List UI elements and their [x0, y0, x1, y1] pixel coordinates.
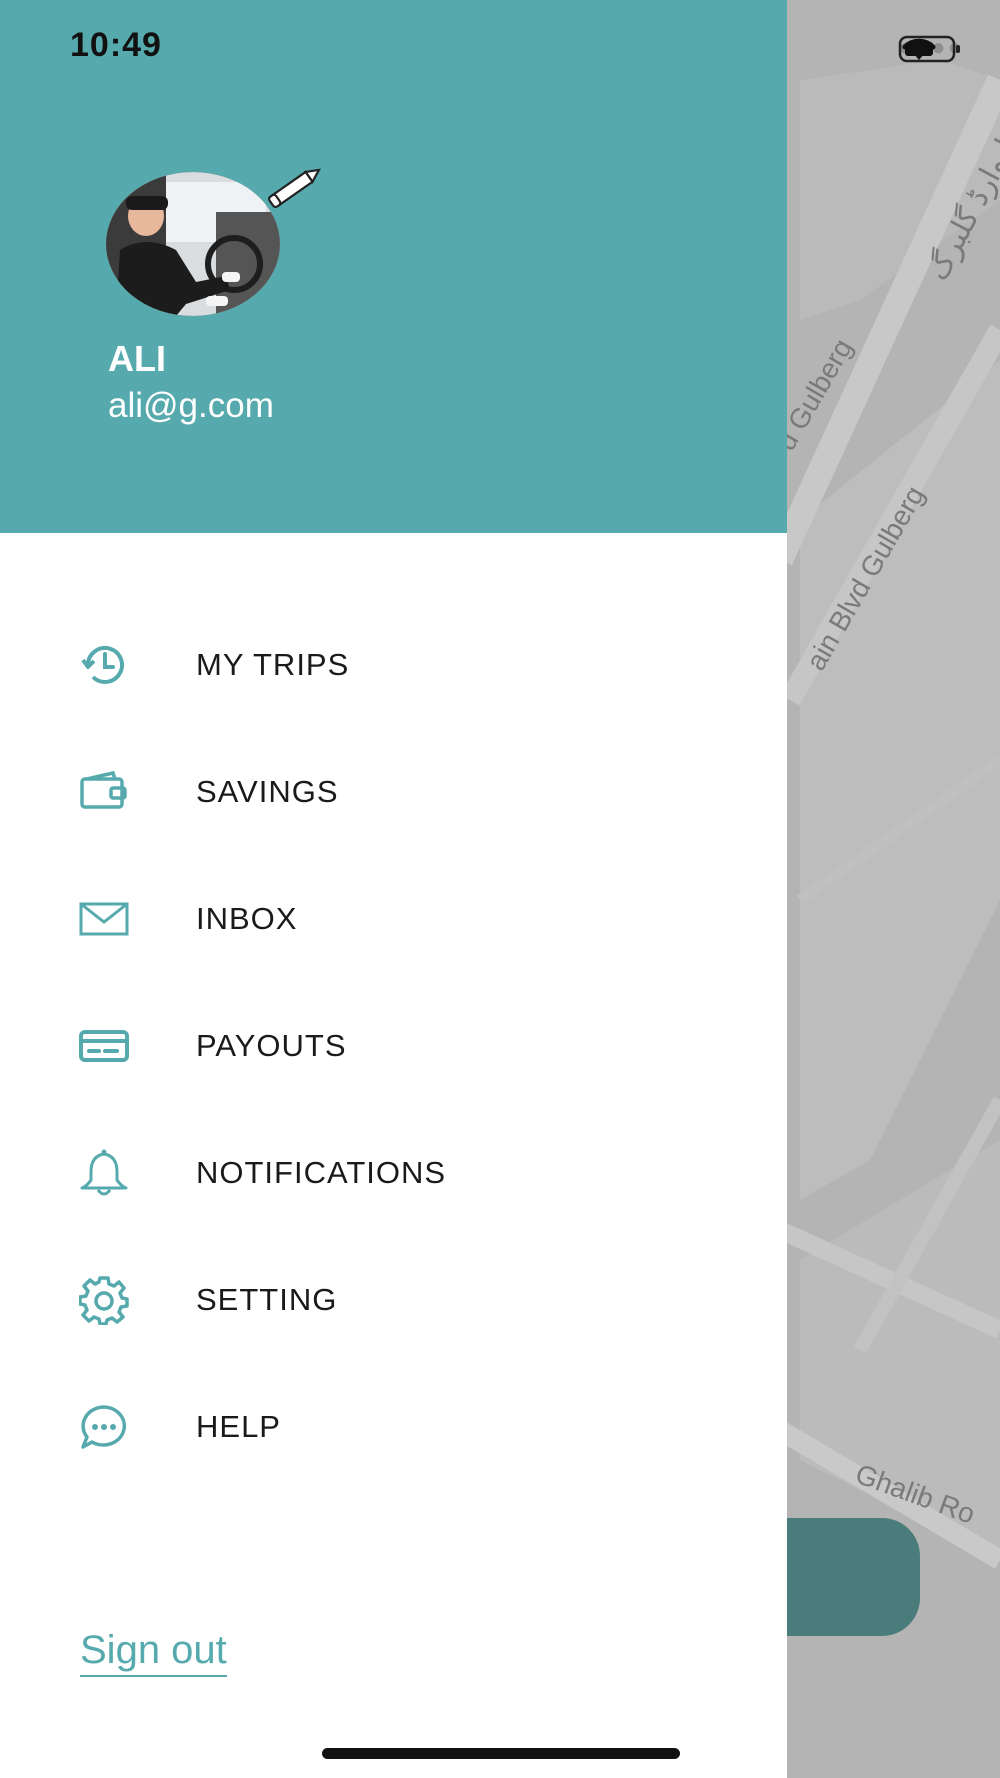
mail-icon [78, 893, 130, 945]
home-indicator[interactable] [322, 1748, 680, 1759]
menu-item-help[interactable]: HELP [0, 1382, 787, 1472]
edit-pencil-icon[interactable] [266, 160, 326, 212]
menu-item-payouts[interactable]: PAYOUTS [0, 1001, 787, 1091]
wallet-icon [78, 766, 130, 818]
battery-icon [898, 35, 961, 63]
user-name: ALI [108, 338, 166, 379]
gear-icon [78, 1274, 130, 1326]
menu-label: MY TRIPS [196, 647, 350, 682]
menu-label: SAVINGS [196, 774, 339, 809]
avatar[interactable] [106, 172, 280, 316]
menu-label: HELP [196, 1409, 281, 1444]
menu-item-my-trips[interactable]: MY TRIPS [0, 620, 787, 710]
card-icon [78, 1020, 130, 1072]
user-email: ali@g.com [108, 386, 274, 425]
menu-item-notifications[interactable]: NOTIFICATIONS [0, 1128, 787, 1218]
chat-icon [78, 1401, 130, 1453]
status-time: 10:49 [70, 26, 162, 64]
menu-label: NOTIFICATIONS [196, 1155, 447, 1190]
history-icon [78, 639, 130, 691]
navigation-drawer: 10:49 ALI ali@g.com MY TRIPS SAVINGS INB… [0, 0, 787, 1778]
menu-label: SETTING [196, 1282, 338, 1317]
menu-item-setting[interactable]: SETTING [0, 1255, 787, 1345]
avatar-photo [106, 172, 280, 316]
menu-item-savings[interactable]: SAVINGS [0, 747, 787, 837]
bell-icon [78, 1147, 130, 1199]
status-indicators: ●●●● [898, 34, 964, 63]
menu-item-inbox[interactable]: INBOX [0, 874, 787, 964]
menu-label: PAYOUTS [196, 1028, 347, 1063]
profile-header: 10:49 ALI ali@g.com [0, 0, 787, 533]
menu-label: INBOX [196, 901, 298, 936]
sign-out-link[interactable]: Sign out [80, 1628, 227, 1677]
